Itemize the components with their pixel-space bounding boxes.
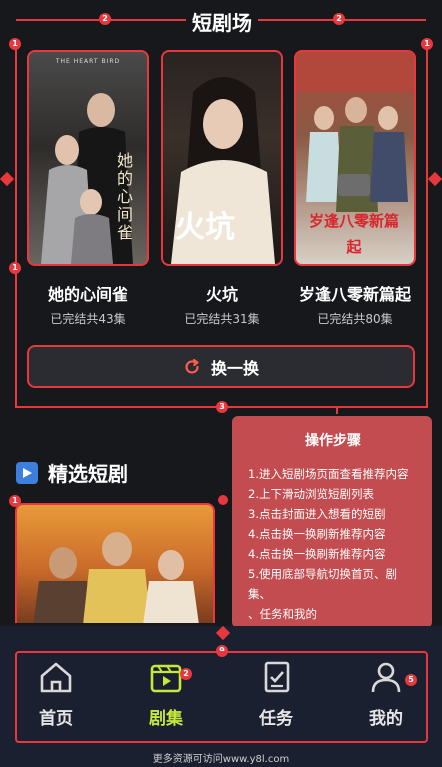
featured-poster[interactable] (15, 503, 215, 623)
refresh-icon (185, 358, 199, 374)
user-icon (371, 662, 401, 693)
step-item: 4.点击换一换刷新推荐内容 (248, 527, 386, 541)
annotation-badge: 1 (421, 38, 433, 50)
connector-line (336, 406, 338, 414)
poster-card[interactable]: THE HEART BIRD 她的心间雀 (27, 50, 149, 266)
featured-header: 精选短剧 (16, 458, 128, 487)
poster-card[interactable]: 火坑 (161, 50, 283, 266)
drama-status: 已完结共31集 (184, 312, 260, 326)
drama-title[interactable]: 火坑 (152, 281, 292, 305)
frame-line-left (15, 45, 17, 407)
frame-marker (0, 171, 15, 187)
nav-label: 剧集 (149, 709, 183, 729)
annotation-badge: 1 (9, 262, 21, 274)
poster-card[interactable]: 岁逢八零新篇起 (294, 50, 416, 266)
nav-tasks[interactable]: 任务 (236, 660, 316, 729)
drama-status: 已完结共43集 (50, 312, 126, 326)
nav-label: 我的 (369, 709, 403, 729)
drama-status: 已完结共80集 (317, 312, 393, 326)
annotation-marker (218, 495, 228, 505)
nav-profile[interactable]: 我的 5 (346, 660, 426, 729)
task-icon (264, 661, 290, 693)
poster-title-art: 岁逢八零新篇起 (308, 212, 399, 256)
step-item: 4.点击换一换刷新推荐内容 (248, 547, 386, 561)
section-title: 精选短剧 (48, 462, 128, 486)
nav-label: 首页 (39, 709, 73, 729)
notification-badge: 2 (180, 668, 192, 680)
step-item: 2.上下滑动浏览短剧列表 (248, 487, 374, 501)
poster-title-art: 火坑 (175, 210, 235, 245)
drama-title[interactable]: 她的心间雀 (18, 281, 158, 305)
annotation-badge: 1 (9, 38, 21, 50)
poster-title-art: 她的心间雀 (117, 151, 134, 242)
play-icon (150, 664, 182, 693)
poster-figures (33, 532, 199, 623)
page-title: 短剧场 (192, 11, 252, 35)
steps-panel: 操作步骤 1.进入短剧场页面查看推荐内容 2.上下滑动浏览短剧列表 3.点击封面… (232, 416, 432, 628)
refresh-button[interactable]: 换一换 (27, 345, 415, 388)
home-icon (40, 662, 72, 693)
step-item: 5.使用底部导航切换首页、剧集、 (248, 567, 397, 601)
annotation-badge: 2 (333, 13, 345, 25)
drama-title[interactable]: 岁逢八零新篇起 (285, 281, 425, 305)
annotation-badge: 3 (216, 401, 228, 413)
notification-badge: 5 (405, 674, 417, 686)
nav-home[interactable]: 首页 (16, 660, 96, 729)
play-icon (16, 461, 38, 484)
steps-title: 操作步骤 (305, 433, 361, 449)
poster-caption: THE HEART BIRD (55, 58, 121, 65)
refresh-label: 换一换 (210, 358, 259, 378)
annotation-badge: 2 (99, 13, 111, 25)
step-item: 、任务和我的 (248, 607, 317, 621)
step-item: 3.点击封面进入想看的短剧 (248, 507, 386, 521)
nav-episodes[interactable]: 剧集 2 (126, 660, 206, 729)
frame-marker (427, 171, 442, 187)
frame-line-right (426, 45, 428, 407)
nav-label: 任务 (259, 709, 293, 729)
step-item: 1.进入短剧场页面查看推荐内容 (248, 467, 409, 481)
footer-text: 更多资源可访问www.y8l.com (152, 754, 290, 765)
